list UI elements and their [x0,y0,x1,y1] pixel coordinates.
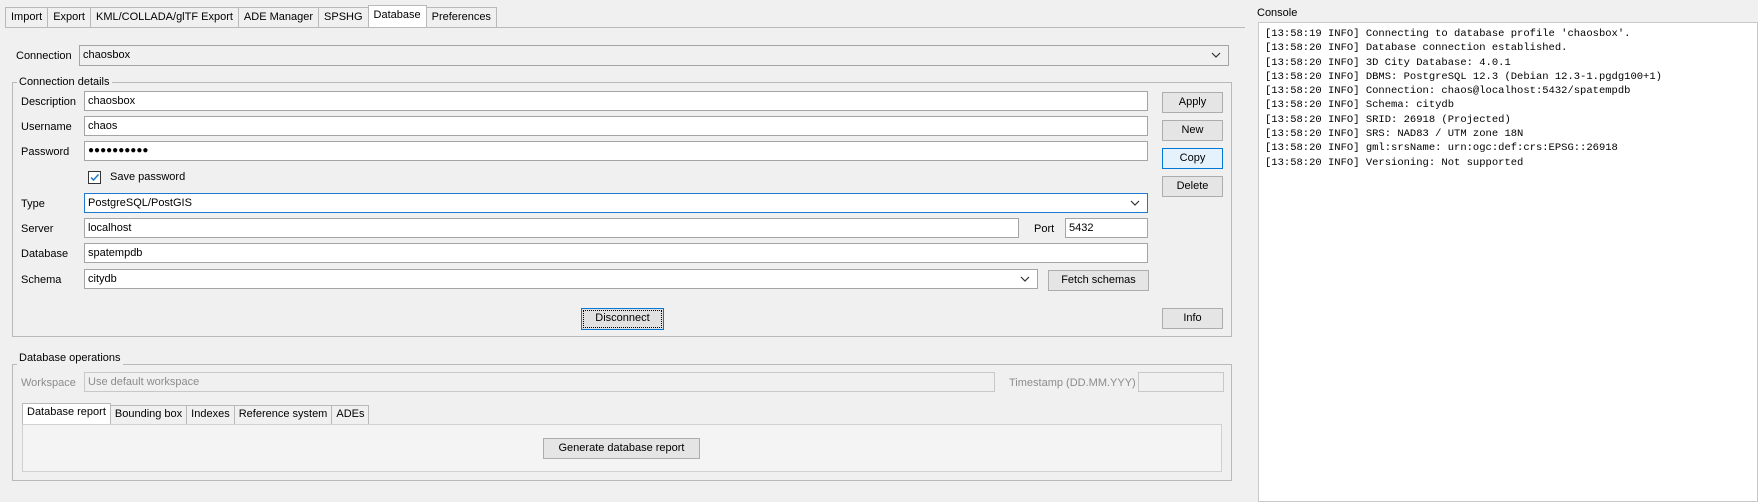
database-operations-title: Database operations [17,352,123,365]
database-label: Database [21,248,69,260]
connection-label: Connection [16,50,72,62]
main-tabbar: Import Export KML/COLLADA/glTF Export AD… [5,5,497,27]
console-line: [13:58:20 INFO] 3D City Database: 4.0.1 [1265,56,1511,69]
timestamp-label: Timestamp (DD.MM.YYY) [1009,377,1136,389]
port-label: Port [1034,223,1055,235]
type-value: PostgreSQL/PostGIS [88,197,192,209]
tab-ades[interactable]: ADEs [331,405,370,424]
server-input[interactable]: localhost [84,218,1019,238]
disconnect-button[interactable]: Disconnect [581,308,664,330]
connection-value: chaosbox [83,49,131,61]
console-line: [13:58:20 INFO] gml:srsName: urn:ogc:def… [1265,142,1618,155]
tab-spshg[interactable]: SPSHG [318,7,369,27]
chevron-down-icon [1130,200,1140,206]
tab-kml-export[interactable]: KML/COLLADA/glTF Export [89,7,239,27]
password-input[interactable]: ●●●●●●●●●● [84,141,1148,161]
schema-label: Schema [21,274,62,286]
tab-ade-manager[interactable]: ADE Manager [237,7,320,27]
tab-indexes[interactable]: Indexes [186,405,235,424]
save-password-checkbox[interactable] [88,171,101,184]
connection-details-title: Connection details [17,76,112,89]
workspace-label: Workspace [21,377,76,389]
console-line: [13:58:20 INFO] Database connection esta… [1265,42,1568,55]
database-input[interactable]: spatempdb [84,243,1148,263]
tab-reference-system[interactable]: Reference system [233,405,333,424]
type-label: Type [21,198,45,210]
description-label: Description [21,96,77,108]
console-line: [13:58:20 INFO] SRS: NAD83 / UTM zone 18… [1265,128,1524,141]
tab-database[interactable]: Database [367,5,427,27]
chevron-down-icon [1020,276,1030,282]
type-select[interactable]: PostgreSQL/PostGIS [84,193,1148,213]
console-panel[interactable]: [13:58:19 INFO] Connecting to database p… [1258,22,1758,502]
console-line: [13:58:20 INFO] Schema: citydb [1265,99,1455,112]
schema-select[interactable]: citydb [84,269,1038,289]
console-line: [13:58:20 INFO] DBMS: PostgreSQL 12.3 (D… [1265,70,1662,83]
console-line: [13:58:19 INFO] Connecting to database p… [1265,28,1631,40]
console-title: Console [1257,7,1298,19]
console-line: [13:58:20 INFO] SRID: 26918 (Projected) [1265,113,1511,126]
schema-value: citydb [88,273,117,285]
description-input[interactable]: chaosbox [84,91,1148,111]
console-line: [13:58:20 INFO] Connection: chaos@localh… [1265,85,1631,98]
timestamp-input[interactable] [1138,372,1224,392]
tabbar-divider [5,27,1245,28]
workspace-input[interactable]: Use default workspace [84,372,995,392]
fetch-schemas-button[interactable]: Fetch schemas [1048,270,1149,291]
password-label: Password [21,146,70,158]
tab-import[interactable]: Import [5,7,49,27]
tab-database-report[interactable]: Database report [22,403,111,424]
checkmark-icon [90,173,100,182]
connection-select[interactable]: chaosbox [79,45,1229,66]
username-input[interactable]: chaos [84,116,1148,136]
tab-bounding-box[interactable]: Bounding box [109,405,188,424]
apply-button[interactable]: Apply [1162,92,1223,113]
info-button[interactable]: Info [1162,308,1223,329]
username-label: Username [21,121,72,133]
server-label: Server [21,223,54,235]
operations-tabbar: Database report Bounding box Indexes Ref… [22,403,370,426]
port-input[interactable]: 5432 [1065,218,1148,238]
tab-export[interactable]: Export [47,7,91,27]
delete-button[interactable]: Delete [1162,176,1223,197]
generate-report-button[interactable]: Generate database report [543,438,700,459]
console-line: [13:58:20 INFO] Versioning: Not supporte… [1265,156,1524,169]
save-password-label: Save password [110,171,186,183]
chevron-down-icon [1211,52,1221,58]
copy-button[interactable]: Copy [1162,148,1223,169]
tab-preferences[interactable]: Preferences [425,7,497,27]
new-button[interactable]: New [1162,120,1223,141]
